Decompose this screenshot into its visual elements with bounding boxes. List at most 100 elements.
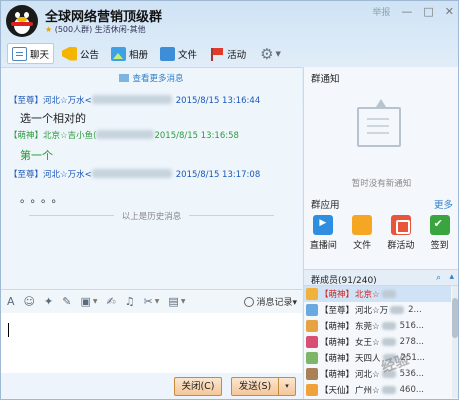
member-role: 【至尊】	[320, 306, 355, 316]
font-icon[interactable]: A	[7, 295, 15, 308]
text-cursor	[8, 323, 9, 337]
tab-album[interactable]: 相册	[107, 43, 152, 64]
close-window-button[interactable]: ✕	[445, 5, 454, 18]
member-row[interactable]: 【萌神】 东莞☆ 516...	[304, 318, 451, 334]
avatar	[306, 320, 318, 332]
avatar	[306, 288, 318, 300]
photo-icon	[111, 46, 127, 61]
tab-activity[interactable]: 活动	[205, 43, 250, 64]
emoji-icon[interactable]: ☺	[24, 295, 35, 308]
group-avatar-icon[interactable]	[6, 5, 38, 37]
close-button[interactable]: 关闭(C)	[174, 377, 222, 396]
member-role: 【天仙】	[320, 386, 355, 396]
member-id-tail: 460...	[399, 385, 424, 395]
notice-board-icon	[357, 99, 401, 147]
member-role: 【萌神】	[320, 290, 355, 300]
notice-empty-text: 暂时没有新通知	[351, 179, 412, 189]
message-text: 第一个	[20, 149, 53, 162]
redacted-id	[381, 386, 396, 394]
message-text: 选一个相对的	[20, 112, 86, 125]
chevron-down-icon[interactable]: ▼	[181, 298, 186, 305]
star-icon: ★	[45, 25, 53, 34]
app-live[interactable]: 直播间	[306, 215, 340, 257]
tab-label: 文件	[178, 49, 198, 61]
scroll-thumb[interactable]	[452, 298, 458, 338]
members-header: 群成员(91/240) ⌕ ▴	[304, 269, 458, 286]
message-input[interactable]	[1, 313, 302, 373]
side-panel: 群通知 暂时没有新通知 群应用 更多 直播间 文件 群活动 签到	[303, 67, 458, 399]
minimize-button[interactable]: —	[401, 5, 412, 18]
redacted-id	[96, 130, 155, 139]
message-history-button[interactable]: 消息记录▾	[244, 295, 297, 308]
report-button[interactable]: 举报	[372, 5, 390, 18]
tab-label: 相册	[129, 49, 149, 61]
live-room-icon	[313, 215, 334, 235]
redacted-id	[91, 95, 172, 104]
app-activity[interactable]: 群活动	[384, 215, 418, 257]
message-area[interactable]: 查看更多消息 【至尊】河北☆万水< 2015/8/15 13:16:44 选一个相…	[1, 67, 302, 289]
redacted-id	[381, 338, 396, 346]
scissors-icon[interactable]: ✂	[144, 295, 153, 308]
member-row[interactable]: 【萌神】 北京☆	[304, 286, 451, 302]
member-list[interactable]: 【萌神】 北京☆ 【至尊】 河北☆万 2... 【萌神】 东莞☆ 516... 【萌神】 女王☆ 2…	[304, 286, 451, 399]
settings-menu[interactable]: ⚙ ▼	[254, 43, 285, 64]
avatar	[306, 368, 318, 380]
app-checkin[interactable]: 签到	[423, 215, 457, 257]
member-name: 北京☆	[355, 290, 380, 300]
music-icon[interactable]: ♫	[125, 295, 135, 308]
apps-more-link[interactable]: 更多	[434, 197, 453, 211]
chevron-up-icon[interactable]: ▴	[449, 272, 454, 282]
notice-panel: 暂时没有新通知	[304, 85, 458, 195]
history-divider: 以上是历史消息	[1, 210, 302, 222]
more-icon[interactable]: ▤	[168, 295, 178, 308]
tab-label: 活动	[227, 49, 247, 61]
redacted-id	[91, 169, 172, 178]
send-options-button[interactable]: ▾	[278, 377, 296, 396]
members-count: 群成员(91/240)	[311, 276, 377, 286]
avatar	[306, 336, 318, 348]
image-icon[interactable]: ▣	[80, 295, 90, 308]
member-row[interactable]: 【萌神】 河北☆ 536...	[304, 366, 451, 382]
chevron-down-icon: ▼	[275, 49, 281, 58]
tab-notice[interactable]: 公告	[58, 43, 103, 64]
member-role: 【萌神】	[320, 338, 355, 348]
member-role: 【萌神】	[320, 370, 355, 380]
shake-icon[interactable]: ✎	[62, 295, 71, 308]
member-row[interactable]: 【天仙】 广州☆ 460...	[304, 382, 451, 398]
tab-files[interactable]: 文件	[156, 43, 201, 64]
send-button[interactable]: 发送(S)	[231, 377, 279, 396]
message-header: 【萌神】北京☆吉小鱼(2015/8/15 13:16:58	[9, 130, 239, 141]
magic-wand-icon[interactable]: ✦	[44, 295, 53, 308]
member-row[interactable]: 【至尊】 河北☆万 2...	[304, 302, 451, 318]
input-toolbar: A ☺ ✦ ✎ ▣ ▼ ✍ ♫ ✂ ▼ ▤ ▼ 消息记录▾	[1, 289, 302, 313]
tab-chat[interactable]: 聊天	[7, 43, 55, 64]
maximize-button[interactable]: □	[423, 5, 433, 18]
app-files[interactable]: 文件	[345, 215, 379, 257]
view-more-link[interactable]: 查看更多消息	[1, 72, 302, 84]
chevron-down-icon[interactable]: ▼	[155, 298, 160, 305]
clock-icon	[244, 297, 255, 307]
checkmark-icon	[429, 215, 450, 235]
member-id-tail: 516...	[399, 321, 424, 331]
member-id-tail: 2...	[408, 305, 422, 315]
message-header: 【至尊】河北☆万水< 2015/8/15 13:17:08	[9, 169, 261, 180]
window-controls: 举报 — □ ✕	[372, 5, 454, 18]
bottom-bar: 关闭(C) 发送(S) ▾	[1, 373, 302, 399]
member-role: 【萌神】	[320, 354, 355, 364]
chevron-down-icon[interactable]: ▼	[93, 298, 98, 305]
avatar	[306, 384, 318, 396]
redacted-id	[381, 322, 396, 330]
gear-icon: ⚙	[260, 44, 274, 63]
member-name: 河北☆	[355, 370, 380, 380]
member-list-scrollbar[interactable]	[452, 286, 458, 398]
search-icon[interactable]: ⌕	[436, 273, 441, 283]
member-name: 女王☆	[355, 338, 380, 348]
group-name[interactable]: 全球网络营销顶级群	[45, 6, 162, 25]
chat-bubble-icon	[12, 46, 27, 61]
avatar	[306, 304, 318, 316]
apps-grid: 直播间 文件 群活动 签到	[304, 215, 458, 257]
megaphone-icon	[62, 46, 78, 61]
member-row[interactable]: 【萌神】 女王☆ 278...	[304, 334, 451, 350]
tab-bar: 聊天 公告 相册 文件 活动 ⚙ ▼	[1, 41, 458, 66]
doodle-icon[interactable]: ✍	[106, 295, 115, 308]
